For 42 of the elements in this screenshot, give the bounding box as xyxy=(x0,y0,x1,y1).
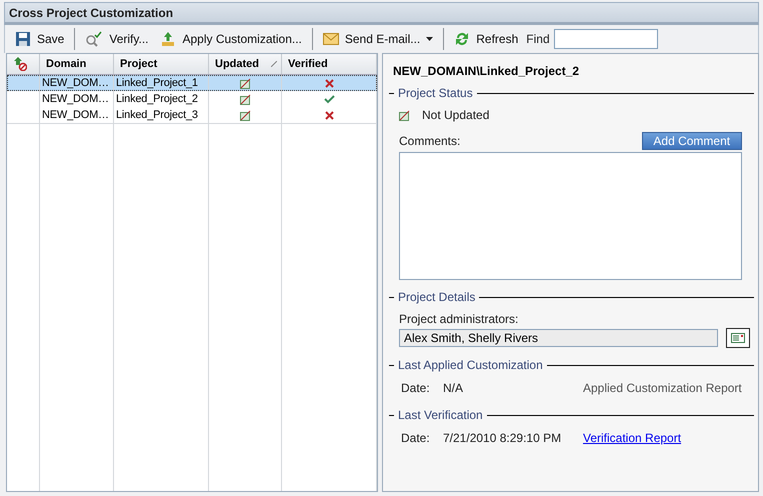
toolbar-button[interactable]: Refresh xyxy=(450,27,522,51)
window-title: Cross Project Customization xyxy=(4,2,759,25)
date-value: 7/21/2010 8:29:10 PM xyxy=(443,431,562,445)
address-card-button[interactable] xyxy=(726,328,750,348)
toolbar-button[interactable]: Verify... xyxy=(81,27,152,51)
toolbar-button[interactable]: Save xyxy=(11,27,68,51)
save-icon xyxy=(15,31,31,47)
magnifier-check-icon xyxy=(85,31,104,47)
toolbar-button[interactable]: Apply Customization... xyxy=(156,27,306,51)
comments-field[interactable] xyxy=(399,152,742,280)
table-cell: NEW_DOM… xyxy=(40,107,114,123)
toolbar-dropdown[interactable]: Send E-mail... xyxy=(318,27,438,51)
column-header[interactable]: Updated xyxy=(209,54,282,74)
report-link[interactable]: Verification Report xyxy=(583,431,742,445)
section-title: Project Status xyxy=(398,86,473,100)
admins-label: Project administrators: xyxy=(399,312,518,326)
section-title: Last Verification xyxy=(398,408,483,422)
project-heading: NEW_DOMAIN\Linked_Project_2 xyxy=(392,63,580,80)
refresh-icon xyxy=(454,31,470,47)
find-label: Find xyxy=(526,32,550,46)
upload-blocked-icon xyxy=(13,57,27,71)
date-value: N/A xyxy=(443,381,464,395)
column-header[interactable]: Verified xyxy=(282,54,377,74)
section-title: Last Applied Customization xyxy=(398,358,543,372)
table-cell: Linked_Project_3 xyxy=(114,107,209,123)
card-icon xyxy=(730,333,745,343)
admins-field[interactable]: Alex Smith, Shelly Rivers xyxy=(399,329,718,347)
sort-icon xyxy=(271,61,277,67)
upload-icon xyxy=(160,31,176,47)
report-link[interactable]: Applied Customization Report xyxy=(583,381,742,395)
date-label: Date: xyxy=(401,381,431,395)
column-header[interactable]: Project xyxy=(114,54,209,74)
table-row[interactable]: NEW_DOM… Linked_Project_1 xyxy=(7,75,377,91)
status-text: Not Updated xyxy=(422,108,490,122)
section-title: Project Details xyxy=(398,290,476,304)
envelope-icon xyxy=(322,33,339,45)
comments-label: Comments: xyxy=(399,134,460,148)
find-field[interactable] xyxy=(554,29,658,49)
caret-icon xyxy=(426,37,434,41)
column-header[interactable]: Domain xyxy=(40,54,114,74)
add-comment-button[interactable]: Add Comment xyxy=(642,132,742,150)
date-label: Date: xyxy=(401,431,431,445)
